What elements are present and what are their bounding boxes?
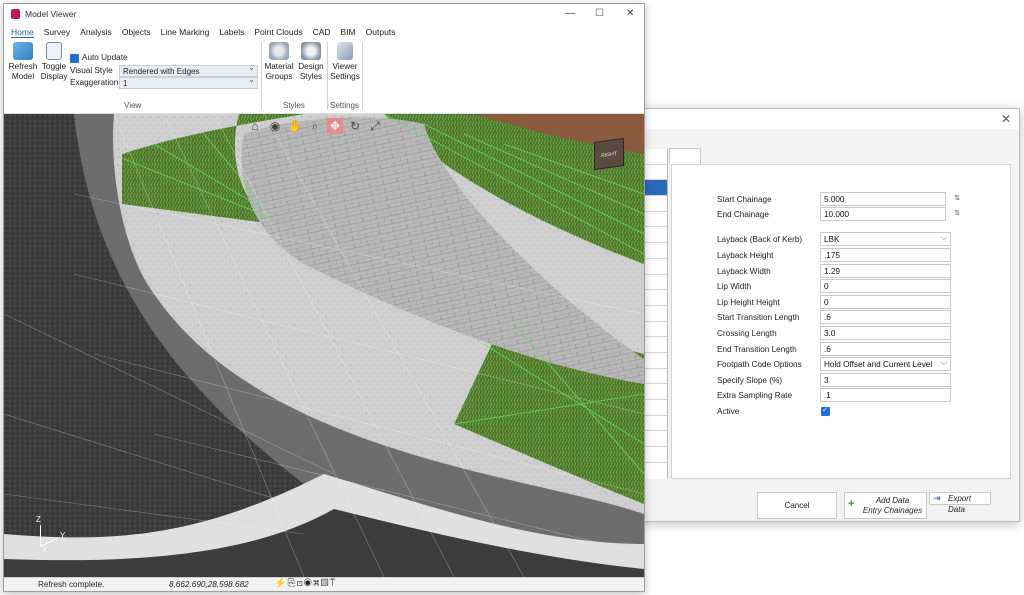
end-transition-field[interactable]: .6 — [820, 342, 951, 356]
tab-bim[interactable]: BIM — [341, 27, 356, 37]
pan-icon[interactable]: ✋ — [287, 118, 303, 134]
tab-cad[interactable]: CAD — [313, 27, 331, 37]
chainage-list[interactable] — [641, 149, 668, 479]
dialog-close-button[interactable]: ✕ — [1001, 112, 1011, 126]
visual-style-select[interactable]: Rendered with Edges — [119, 63, 258, 77]
3d-viewport[interactable]: ⌂ ◉ ✋ ⌕ ✥ ↻ ⤢ RIGHT Z Y X — [4, 114, 644, 577]
label-extra-sampling: Extra Sampling Rate — [717, 390, 793, 400]
label-layback-width: Layback Width — [717, 266, 771, 276]
label-active: Active — [717, 406, 740, 416]
tab-objects[interactable]: Objects — [122, 27, 151, 37]
exaggeration-select[interactable]: 1 — [119, 75, 258, 89]
ribbon-tabs: Home Survey Analysis Objects Line Markin… — [4, 24, 644, 40]
visual-style-label: Visual Style — [70, 66, 113, 75]
label-end-chainage: End Chainage — [717, 209, 769, 219]
end-chainage-field[interactable]: 10.000 — [820, 207, 946, 221]
move-icon[interactable]: ✥ — [327, 118, 343, 134]
label-start-transition: Start Transition Length — [717, 312, 800, 322]
end-chainage-pick-icon[interactable]: ⇅ — [951, 208, 963, 220]
tab-analysis[interactable]: Analysis — [80, 27, 112, 37]
exaggeration-label: Exaggeration — [70, 78, 119, 87]
lip-width-field[interactable]: 0 — [820, 279, 951, 293]
label-layback-height: Layback Height — [717, 250, 774, 260]
export-data-button[interactable]: ⇥ Export Data — [929, 492, 991, 514]
start-transition-field[interactable]: .6 — [820, 310, 951, 324]
tab-line-marking[interactable]: Line Marking — [161, 27, 210, 37]
layback-select[interactable]: LBK — [820, 232, 951, 246]
material-groups-button[interactable]: Material Groups — [263, 42, 295, 82]
lip-height-field[interactable]: 0 — [820, 295, 951, 309]
status-bar: Refresh complete. 8,662.690,28,598.682 ⚡… — [4, 577, 644, 591]
group-settings-label: Settings — [330, 101, 359, 110]
viewer-titlebar: Model Viewer — ☐ ✕ — [4, 4, 644, 24]
refresh-model-button[interactable]: Refresh Model — [8, 42, 38, 82]
start-chainage-pick-icon[interactable]: ⇅ — [951, 193, 963, 205]
design-styles-button[interactable]: Design Styles — [296, 42, 326, 82]
home-view-icon[interactable]: ⌂ — [247, 118, 263, 134]
add-data-button[interactable]: + Add Data Entry Chainages — [844, 492, 927, 519]
model-viewer-window: Model Viewer — ☐ ✕ Home Survey Analysis … — [3, 3, 645, 592]
label-footpath-code: Footpath Code Options — [717, 359, 802, 369]
label-start-chainage: Start Chainage — [717, 194, 772, 204]
axis-z-label: Z — [36, 515, 41, 524]
label-lip-height: Lip Height Height — [717, 297, 780, 307]
design-styles-icon — [301, 42, 321, 60]
chainage-dialog: ✕ Start Chainage 5.000 ⇅ End Chainage 10… — [640, 108, 1020, 522]
refresh-icon — [13, 42, 33, 60]
view-cube[interactable]: RIGHT — [594, 137, 624, 171]
properties-panel: Start Chainage 5.000 ⇅ End Chainage 10.0… — [671, 164, 1011, 479]
status-tool-icons[interactable]: ⚡⎘⊡◉⌘▨⍑ — [274, 578, 336, 589]
app-icon — [11, 9, 20, 19]
cancel-button[interactable]: Cancel — [757, 492, 837, 519]
label-crossing-length: Crossing Length — [717, 328, 777, 338]
group-view-label: View — [124, 101, 142, 110]
tab-survey[interactable]: Survey — [44, 27, 70, 37]
dialog-tab[interactable] — [669, 148, 701, 164]
orbit-icon[interactable]: ◉ — [267, 118, 283, 134]
dialog-titlebar: ✕ — [641, 109, 1019, 129]
label-specify-slope: Specify Slope (%) — [717, 375, 783, 385]
crossing-length-field[interactable]: 3.0 — [820, 326, 951, 340]
fit-icon[interactable]: ⤢ — [367, 118, 383, 134]
material-icon — [269, 42, 289, 60]
plus-icon: + — [848, 498, 855, 510]
axis-x-label: X — [42, 545, 48, 554]
specify-slope-field[interactable]: 3 — [820, 373, 951, 387]
active-checkbox[interactable] — [821, 406, 830, 416]
maximize-button[interactable]: ☐ — [595, 8, 604, 19]
layback-width-field[interactable]: 1.29 — [820, 264, 951, 278]
tab-labels[interactable]: Labels — [219, 27, 244, 37]
zoom-icon[interactable]: ⌕ — [307, 118, 323, 134]
extra-sampling-field[interactable]: .1 — [820, 388, 951, 402]
axis-y-label: Y — [60, 531, 66, 540]
tab-outputs[interactable]: Outputs — [366, 27, 396, 37]
label-end-transition: End Transition Length — [717, 344, 797, 354]
window-title: Model Viewer — [25, 9, 77, 19]
layback-height-field[interactable]: .175 — [820, 248, 951, 262]
toggle-display-button[interactable]: Toggle Display — [39, 42, 69, 82]
tab-point-clouds[interactable]: Point Clouds — [254, 27, 302, 37]
ribbon: Refresh Model Toggle Display Auto Update… — [4, 40, 644, 114]
axis-triad: Z Y X — [26, 511, 76, 561]
minimize-button[interactable]: — — [565, 8, 575, 19]
checklist-icon — [46, 42, 62, 60]
footpath-code-select[interactable]: Hold Offset and Current Level — [820, 357, 951, 371]
status-message: Refresh complete. — [38, 580, 105, 589]
auto-update-label: Auto Update — [82, 53, 128, 62]
auto-update-checkbox[interactable] — [70, 54, 79, 63]
label-layback: Layback (Back of Kerb) — [717, 234, 803, 244]
close-button[interactable]: ✕ — [626, 8, 634, 19]
start-chainage-field[interactable]: 5.000 — [820, 192, 946, 206]
terrain-render — [4, 114, 644, 577]
rotate-icon[interactable]: ↻ — [347, 118, 363, 134]
label-lip-width: Lip Width — [717, 281, 752, 291]
tab-home[interactable]: Home — [11, 27, 34, 38]
status-coordinates: 8,662.690,28,598.682 — [169, 580, 249, 589]
group-styles-label: Styles — [283, 101, 305, 110]
settings-icon — [337, 42, 353, 60]
export-icon: ⇥ — [933, 493, 941, 503]
navigation-toolbar: ⌂ ◉ ✋ ⌕ ✥ ↻ ⤢ — [247, 118, 383, 134]
viewer-settings-button[interactable]: Viewer Settings — [329, 42, 361, 82]
